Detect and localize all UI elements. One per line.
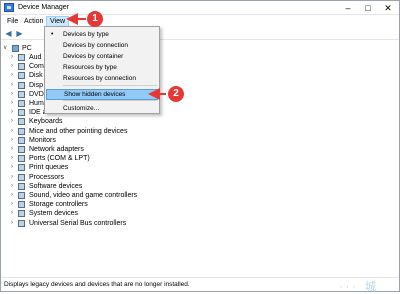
callout-2: 2	[168, 86, 184, 102]
annotation-arrows	[66, 13, 166, 100]
callout-1: 1	[87, 11, 103, 27]
